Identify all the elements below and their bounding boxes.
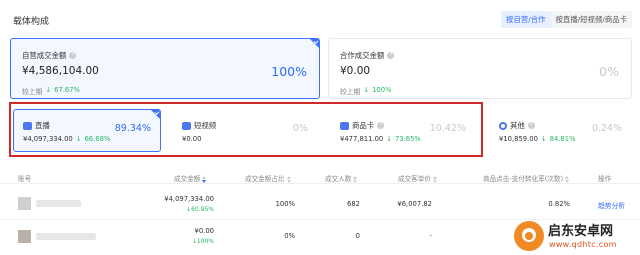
row-price: -: [429, 232, 432, 240]
row-conversion: 0.82%: [548, 200, 570, 208]
card-label: 自营成交金额: [22, 51, 67, 60]
site-watermark: 启东安卓网 www.qdhtc.com: [514, 218, 640, 255]
trend-analysis-link[interactable]: 趋势分析: [598, 200, 625, 210]
watermark-title: 启东安卓网: [548, 224, 614, 239]
view-toggle: 按自营/合作 按直播/短视频/商品卡: [501, 11, 632, 28]
watermark-logo-icon: [514, 221, 544, 251]
account-name-blurred: [36, 200, 81, 207]
card-share: 0%: [599, 64, 619, 79]
arrow-down-icon: ↓: [363, 86, 370, 94]
highlight-frame: [9, 102, 483, 157]
circle-icon: [499, 121, 507, 130]
toggle-self-operated[interactable]: 按自营/合作: [501, 11, 551, 28]
compare-value: 100%: [372, 86, 392, 94]
help-icon[interactable]: ?: [387, 52, 395, 59]
arrow-down-icon: ↓: [540, 135, 547, 143]
header-conversion: 商品点击-支付转化率(次数): [483, 175, 564, 183]
cooperation-card[interactable]: 合作成交金额 ? ¥0.00 较上期 ↓ 100% 0%: [328, 38, 632, 99]
avatar: [18, 197, 31, 210]
header-actions: 操作: [598, 175, 612, 183]
row-amount-change: 60.95%: [191, 206, 214, 213]
header-price: 成交客单价: [398, 175, 431, 183]
header-amount: 成交金额: [174, 175, 201, 183]
row-price: ¥6,007.82: [397, 200, 432, 208]
sort-icon[interactable]: [286, 175, 292, 183]
row-buyers: 0: [355, 232, 360, 240]
channel-change: 84.81%: [549, 135, 576, 143]
header-buyers-sort[interactable]: 成交人数: [325, 173, 358, 183]
card-value: ¥4,586,104.00: [22, 65, 99, 77]
section-title: 载体构成: [13, 17, 50, 27]
table-row: ¥4,097,334.00 ↓60.95% 100% 682 ¥6,007.82…: [0, 190, 640, 220]
header-buyers: 成交人数: [325, 175, 352, 183]
help-icon[interactable]: ?: [527, 122, 535, 129]
card-value: ¥0.00: [340, 65, 371, 77]
help-icon[interactable]: ?: [69, 52, 77, 59]
header-account: 账号: [18, 175, 32, 183]
avatar: [18, 230, 31, 243]
channel-value: ¥10,859.00: [499, 135, 538, 143]
compare-label: 较上期: [22, 88, 43, 96]
channel-label: 其他: [510, 121, 525, 130]
header-conversion-sort[interactable]: 商品点击-支付转化率(次数): [483, 173, 570, 183]
row-amount: ¥4,097,334.00: [164, 195, 214, 203]
row-buyers: 682: [347, 200, 360, 208]
card-share: 100%: [271, 64, 307, 79]
sort-icon[interactable]: [432, 175, 438, 183]
header-share-sort[interactable]: 成交金额占比: [245, 173, 292, 183]
sort-icon[interactable]: [565, 175, 570, 183]
table-header: 账号 成交金额 成交金额占比 成交人数 成交客单价 商品点击-支付转化率(次数)…: [0, 170, 640, 184]
sort-icon[interactable]: [353, 175, 358, 183]
self-operated-card[interactable]: 自营成交金额 ? ¥4,586,104.00 较上期 ↓ 67.67% 100%: [10, 38, 320, 99]
row-amount: ¥0.00: [194, 227, 214, 235]
channel-card-other[interactable]: 其他 ? ¥10,859.00 ↓ 84.81% 0.24%: [489, 109, 632, 152]
row-share: 100%: [275, 200, 295, 208]
arrow-down-icon: ↓: [45, 86, 52, 94]
header-price-sort[interactable]: 成交客单价: [398, 173, 438, 183]
header-amount-sort[interactable]: 成交金额: [174, 173, 207, 183]
compare-value: 67.67%: [54, 86, 81, 94]
sort-icon[interactable]: [202, 175, 207, 183]
account-name-blurred: [36, 233, 96, 240]
selected-check-icon: [310, 39, 319, 48]
watermark-url: www.qdhtc.com: [549, 240, 617, 249]
row-amount-change: 100%: [196, 238, 214, 245]
compare-label: 较上期: [340, 88, 361, 96]
toggle-by-channel[interactable]: 按直播/短视频/商品卡: [550, 11, 632, 28]
channel-share: 0.24%: [591, 123, 622, 134]
row-share: 0%: [284, 232, 295, 240]
card-label: 合作成交金额: [340, 51, 385, 60]
header-amount-share: 成交金额占比: [245, 175, 285, 183]
